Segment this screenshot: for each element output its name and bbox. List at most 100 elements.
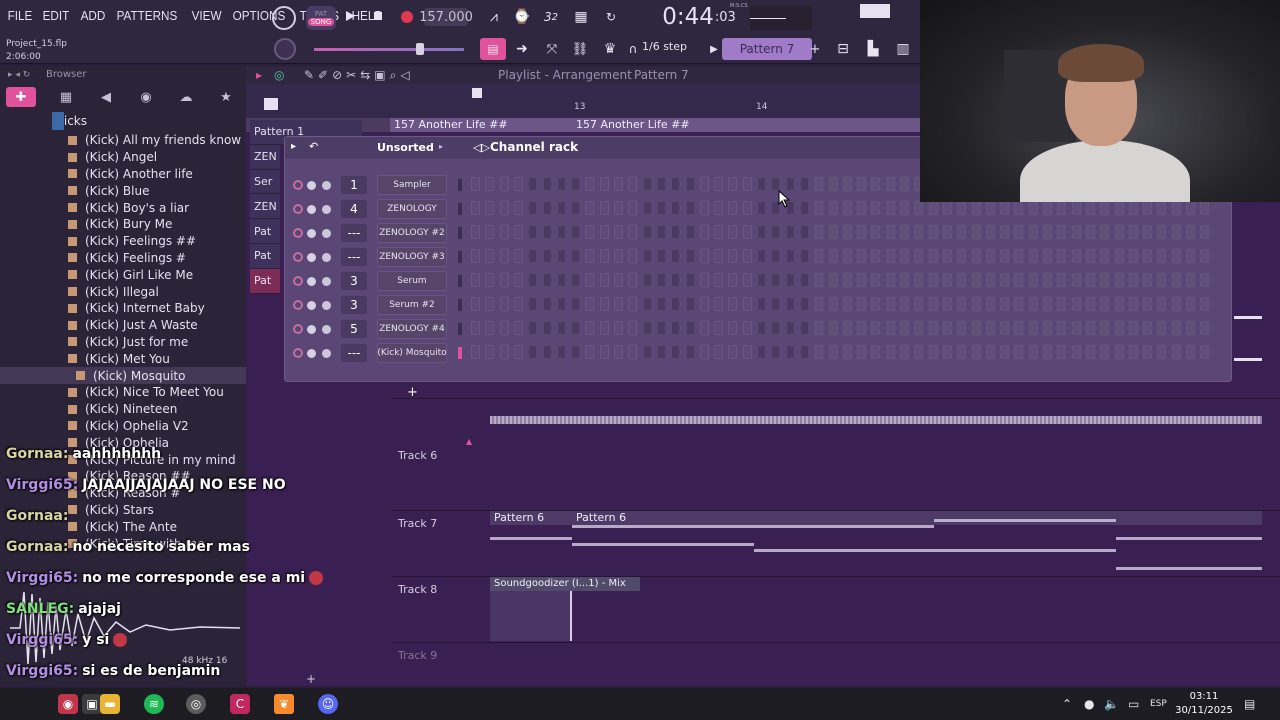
step-button[interactable] [528,201,538,215]
step-button[interactable] [671,321,681,335]
step-button[interactable] [1128,297,1138,311]
step-button[interactable] [628,345,638,359]
step-button[interactable] [785,321,795,335]
channel-mute-toggle[interactable] [293,180,303,190]
step-button[interactable] [1085,201,1095,215]
step-button[interactable] [942,321,952,335]
step-button[interactable] [799,249,809,263]
step-button[interactable] [785,273,795,287]
file-item[interactable]: (Kick) Bury Me [0,216,246,233]
audio-clip[interactable]: 157 Another Life ## [390,118,572,132]
master-volume-knob[interactable] [272,6,296,30]
step-button[interactable] [814,201,824,215]
language-indicator[interactable]: ESP [1150,699,1167,709]
step-button[interactable] [513,297,523,311]
file-explorer-icon[interactable]: ▬ [100,694,120,714]
channel-volume-knob[interactable] [307,325,316,334]
step-button[interactable] [714,345,724,359]
step-button[interactable] [1043,225,1052,239]
stop-icon[interactable] [370,8,386,24]
step-button[interactable] [728,297,738,311]
step-button[interactable] [1114,201,1124,215]
step-button[interactable] [1071,345,1081,359]
step-button[interactable] [585,177,595,191]
step-button[interactable] [585,249,595,263]
step-button[interactable] [1114,297,1124,311]
step-button[interactable] [971,225,981,239]
step-button[interactable] [814,345,824,359]
step-button[interactable] [1157,249,1167,263]
channel-pan-knob[interactable] [322,253,331,262]
step-button[interactable] [799,273,809,287]
step-button[interactable] [885,321,895,335]
channel-mixer-track[interactable]: 5 [341,320,367,338]
step-button[interactable] [571,345,581,359]
channel-select-led[interactable] [458,227,462,239]
pattern-picker-item[interactable]: Pat [250,243,280,269]
step-button[interactable] [857,297,867,311]
step-button[interactable] [485,321,495,335]
step-button[interactable] [485,297,495,311]
step-button[interactable] [1043,345,1052,359]
playlist-snap-icon[interactable]: ◎ [274,68,284,82]
step-button[interactable] [728,321,738,335]
step-button[interactable] [685,249,695,263]
step-button[interactable] [614,321,623,335]
step-button[interactable] [528,177,538,191]
step-button[interactable] [599,345,609,359]
step-button[interactable] [599,321,609,335]
step-button[interactable] [571,177,581,191]
file-item[interactable]: (Kick) Mosquito [0,367,246,384]
playlist-menu-icon[interactable]: ▸ [256,68,262,82]
step-button[interactable] [885,201,895,215]
step-button[interactable] [1028,345,1038,359]
step-button[interactable] [542,225,552,239]
discord-icon[interactable]: ☺ [318,694,338,714]
step-button[interactable] [1100,297,1110,311]
step-button[interactable] [671,273,681,287]
step-button[interactable] [914,249,924,263]
step-button[interactable] [628,201,638,215]
channel-volume-knob[interactable] [307,181,316,190]
step-button[interactable] [656,201,666,215]
step-button[interactable] [928,225,938,239]
browser-nav-icon[interactable]: ▸ ◂ ↻ [8,66,30,84]
group-dropdown-icon[interactable]: ▸ [439,142,443,151]
step-button[interactable] [771,345,781,359]
step-button[interactable] [771,321,781,335]
step-button[interactable] [585,345,595,359]
step-button[interactable] [685,177,695,191]
step-button[interactable] [1186,345,1195,359]
step-button[interactable] [556,345,566,359]
step-button[interactable] [1128,321,1138,335]
swing-icon[interactable]: ◁▷ [473,141,490,154]
step-button[interactable] [1057,345,1067,359]
step-button[interactable] [957,201,967,215]
step-button[interactable] [871,321,881,335]
step-button[interactable] [928,321,938,335]
step-button[interactable] [685,321,695,335]
file-item[interactable]: (Kick) Nice To Meet You [0,384,246,401]
step-button[interactable] [1143,225,1153,239]
step-button[interactable] [513,177,523,191]
step-button[interactable] [1171,273,1181,287]
channel-select-led[interactable] [458,275,462,287]
step-button[interactable] [1100,345,1110,359]
step-button[interactable] [685,345,695,359]
system-clock[interactable]: 03:11 30/11/2025 [1172,690,1236,718]
step-button[interactable] [842,225,852,239]
step-button[interactable] [556,249,566,263]
step-button[interactable] [1014,321,1024,335]
step-button[interactable] [628,273,638,287]
step-button[interactable] [571,297,581,311]
step-button[interactable] [671,177,681,191]
file-item[interactable]: (Kick) Met You [0,350,246,367]
step-button[interactable] [656,297,666,311]
step-button[interactable] [671,225,681,239]
step-button[interactable] [885,345,895,359]
step-button[interactable] [828,273,838,287]
menu-add[interactable]: ADD [77,8,109,23]
add-track-icon[interactable]: + [306,672,316,686]
step-button[interactable] [757,297,766,311]
step-button[interactable] [699,321,709,335]
